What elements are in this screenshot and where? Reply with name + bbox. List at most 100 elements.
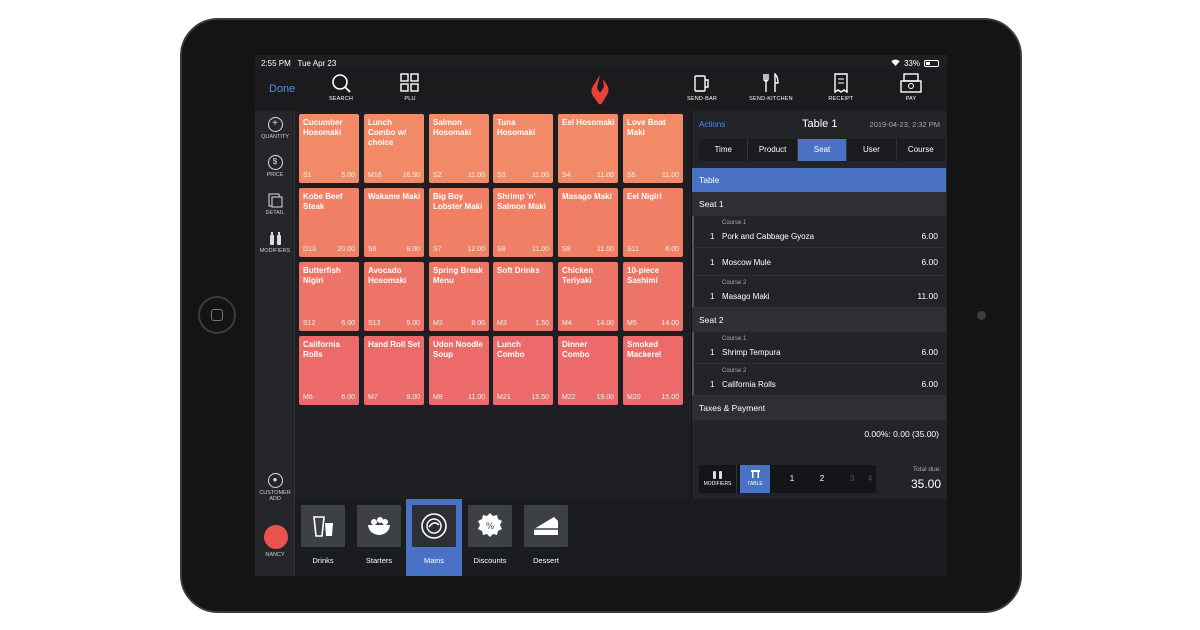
order-line[interactable]: Course 1 1 Pork and Cabbage Gyoza 6.00	[692, 216, 946, 248]
product-code: S8	[497, 246, 506, 253]
product-tile[interactable]: Cucumber Hosomaki S1 5.00	[299, 114, 359, 183]
product-tile[interactable]: Tuna Hosomaki S3 11.00	[493, 114, 553, 183]
drinks-icon	[301, 505, 345, 547]
product-tile[interactable]: Love Boat Maki S5 11.00	[623, 114, 683, 183]
category-bar: Drinks Starters Mains % Discounts Desser…	[295, 499, 947, 576]
table-footer-button[interactable]: TABLE	[740, 465, 770, 493]
user-name: NANCY	[265, 552, 285, 558]
detail-button[interactable]: DETAIL	[255, 193, 295, 216]
category-discounts[interactable]: % Discounts	[462, 499, 518, 576]
product-price: 11.00	[662, 172, 679, 179]
product-tile[interactable]: Dinner Combo M22 19.00	[558, 336, 618, 405]
status-date: Tue Apr 23	[297, 59, 337, 68]
tab-course[interactable]: Course	[897, 139, 945, 161]
product-price: 6.00	[341, 394, 355, 401]
customer-add-button[interactable]: ● CUSTOMER ADD	[255, 473, 295, 502]
category-label: Dessert	[533, 556, 559, 565]
send-kitchen-button[interactable]: SEND-KITCHEN	[741, 73, 801, 102]
order-line[interactable]: Course 2 1 Masago Maki 11.00	[692, 276, 946, 308]
product-tile[interactable]: Hand Roll Set M7 9.00	[364, 336, 424, 405]
send-kitchen-label: SEND-KITCHEN	[749, 96, 793, 102]
product-price: 1.50	[535, 320, 549, 327]
category-drinks[interactable]: Drinks	[295, 499, 351, 576]
tab-user[interactable]: User	[847, 139, 897, 161]
pay-button[interactable]: PAY	[881, 73, 941, 102]
product-tile[interactable]: California Rolls M6 6.00	[299, 336, 359, 405]
product-name: Dinner Combo	[562, 340, 590, 359]
pos-screen: 2:55 PM Tue Apr 23 33% Done SEARCH PLU S…	[255, 55, 947, 576]
product-tile[interactable]: Smoked Mackerel M20 15.00	[623, 336, 683, 405]
product-code: S2	[433, 172, 442, 179]
product-code: M8	[433, 394, 443, 401]
modifiers-label: MODIFIERS	[259, 248, 291, 254]
order-line[interactable]: Course 1 1 Shrimp Tempura 6.00	[692, 332, 946, 364]
product-price: 11.00	[468, 394, 485, 401]
product-tile[interactable]: Wakame Maki S6 8.00	[364, 188, 424, 257]
product-tile[interactable]: 10-piece Sashimi M5 14.00	[623, 262, 683, 331]
product-name: Butterfish Nigiri	[303, 266, 341, 285]
product-tile[interactable]: Spring Break Menu M2 8.00	[429, 262, 489, 331]
product-tile[interactable]: Udon Noodle Soup M8 11.00	[429, 336, 489, 405]
taxes-payment-header[interactable]: Taxes & Payment	[692, 396, 946, 420]
product-tile[interactable]: Big Boy Lobster Maki S7 12.00	[429, 188, 489, 257]
product-tile[interactable]: Shrimp 'n' Salmon Maki S8 11.00	[493, 188, 553, 257]
product-name: Cucumber Hosomaki	[303, 118, 343, 137]
actions-button[interactable]: Actions	[699, 120, 725, 129]
item-qty: 1	[710, 292, 715, 301]
send-bar-button[interactable]: SEND-BAR	[672, 73, 732, 102]
seat-selector: MODIFIERS TABLE 1 2 3 4	[699, 465, 876, 493]
product-tile[interactable]: Masago Maki S9 11.00	[558, 188, 618, 257]
modifiers-button[interactable]: MODIFIERS	[255, 231, 295, 254]
product-name: Tuna Hosomaki	[497, 118, 536, 137]
product-tile[interactable]: Salmon Hosomaki S2 11.00	[429, 114, 489, 183]
done-button[interactable]: Done	[269, 83, 295, 95]
product-tile[interactable]: Chicken Teriyaki M4 14.00	[558, 262, 618, 331]
tab-time[interactable]: Time	[699, 139, 749, 161]
product-code: M7	[368, 394, 378, 401]
home-button[interactable]	[198, 296, 236, 334]
seat-1-header[interactable]: Seat 1	[692, 192, 946, 216]
seat-button-1[interactable]: 1	[777, 465, 807, 493]
seat-button-4[interactable]: 4	[861, 465, 879, 493]
order-line[interactable]: 1 Moscow Mule 6.00	[692, 248, 946, 276]
product-price: 11.00	[468, 172, 485, 179]
quantity-label: QUANTITY	[261, 134, 289, 140]
category-mains[interactable]: Mains	[406, 499, 462, 576]
product-tile[interactable]: Avocado Hosomaki S13 5.00	[364, 262, 424, 331]
product-tile[interactable]: Eel Hosomaki S4 11.00	[558, 114, 618, 183]
product-tile[interactable]: Soft Drinks M3 1.50	[493, 262, 553, 331]
wifi-icon	[891, 59, 900, 68]
seat-2-header[interactable]: Seat 2	[692, 308, 946, 332]
product-name: Avocado Hosomaki	[368, 266, 407, 285]
product-tile[interactable]: Lunch Combo w/ choice M16 16.50	[364, 114, 424, 183]
search-icon	[332, 74, 351, 93]
product-tile[interactable]: Butterfish Nigiri S12 6.00	[299, 262, 359, 331]
plus-icon: +	[267, 117, 283, 132]
table-section-header[interactable]: Table	[692, 168, 946, 192]
order-line[interactable]: Course 2 1 California Rolls 6.00	[692, 364, 946, 396]
product-name: Masago Maki	[562, 192, 612, 201]
tab-product[interactable]: Product	[748, 139, 798, 161]
quantity-button[interactable]: + QUANTITY	[255, 117, 295, 140]
product-tile[interactable]: Lunch Combo M21 15.50	[493, 336, 553, 405]
dessert-icon	[524, 505, 568, 547]
tab-seat[interactable]: Seat	[797, 139, 848, 161]
modifiers-footer-button[interactable]: MODIFIERS	[699, 465, 737, 493]
product-tile[interactable]: Kobe Beef Steak D13 20.00	[299, 188, 359, 257]
product-name: Kobe Beef Steak	[303, 192, 343, 211]
seat-button-2[interactable]: 2	[807, 465, 837, 493]
plu-button[interactable]: PLU	[380, 73, 440, 102]
user-avatar[interactable]	[264, 525, 288, 549]
product-name: Shrimp 'n' Salmon Maki	[497, 192, 546, 211]
camera	[977, 311, 986, 320]
category-starters[interactable]: Starters	[351, 499, 407, 576]
price-button[interactable]: $ PRICE	[255, 155, 295, 178]
item-amount: 6.00	[921, 231, 938, 241]
product-tile[interactable]: Eel Nigiri S11 6.00	[623, 188, 683, 257]
search-button[interactable]: SEARCH	[311, 73, 371, 102]
category-dessert[interactable]: Dessert	[518, 499, 574, 576]
receipt-button[interactable]: RECEIPT	[811, 73, 871, 102]
product-name: Eel Nigiri	[627, 192, 662, 201]
product-price: 15.00	[661, 394, 679, 401]
product-code: M3	[497, 320, 507, 327]
